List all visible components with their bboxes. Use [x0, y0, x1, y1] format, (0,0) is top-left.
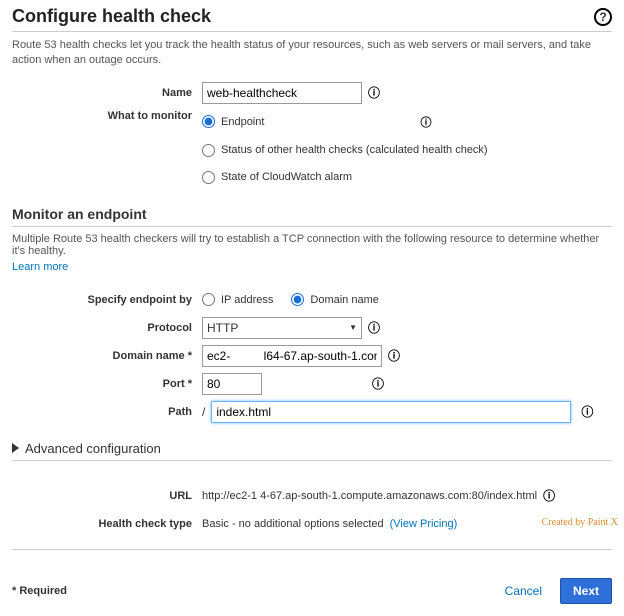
what-to-monitor-label: What to monitor — [12, 110, 202, 122]
next-button[interactable]: Next — [560, 578, 612, 604]
domain-name-label: Domain name * — [12, 350, 202, 362]
health-check-type-label: Health check type — [12, 518, 202, 530]
section-endpoint-desc: Multiple Route 53 health checkers will t… — [12, 233, 612, 257]
cancel-button[interactable]: Cancel — [505, 584, 542, 598]
info-icon[interactable]: ⓘ — [543, 487, 555, 504]
protocol-label: Protocol — [12, 322, 202, 334]
divider — [12, 549, 612, 550]
path-prefix: / — [202, 405, 205, 419]
monitor-endpoint-label: Endpoint — [221, 116, 264, 128]
monitor-cloudwatch-radio[interactable] — [202, 171, 215, 184]
specify-domain-radio[interactable] — [291, 293, 304, 306]
path-label: Path — [12, 406, 202, 418]
advanced-configuration-toggle[interactable]: Advanced configuration — [12, 441, 612, 456]
info-icon[interactable]: ⓘ — [388, 347, 400, 364]
view-pricing-link[interactable]: (View Pricing) — [390, 518, 458, 530]
chevron-down-icon: ▼ — [349, 323, 357, 332]
specify-domain-label: Domain name — [310, 294, 378, 306]
divider — [12, 31, 612, 32]
section-endpoint-title: Monitor an endpoint — [12, 206, 612, 222]
watermark: Created by Paint X — [542, 517, 618, 528]
info-icon[interactable]: ⓘ — [372, 375, 384, 392]
page-title: Configure health check — [12, 6, 211, 27]
domain-name-input[interactable] — [202, 345, 382, 367]
learn-more-link[interactable]: Learn more — [12, 261, 68, 273]
monitor-cloudwatch-label: State of CloudWatch alarm — [221, 171, 352, 183]
monitor-calculated-label: Status of other health checks (calculate… — [221, 144, 488, 156]
info-icon[interactable]: ⓘ — [368, 84, 380, 101]
page-description: Route 53 health checks let you track the… — [12, 38, 612, 68]
specify-ip-label: IP address — [221, 294, 273, 306]
protocol-value: HTTP — [207, 321, 238, 335]
monitor-calculated-radio[interactable] — [202, 144, 215, 157]
info-icon[interactable]: ⓘ — [420, 114, 431, 130]
info-icon[interactable]: ⓘ — [368, 319, 380, 336]
specify-endpoint-label: Specify endpoint by — [12, 294, 202, 306]
url-value: http://ec2-1 4-67.ap-south-1.compute.ama… — [202, 490, 537, 502]
port-input[interactable] — [202, 373, 262, 395]
protocol-select[interactable]: HTTP ▼ — [202, 317, 362, 339]
triangle-right-icon — [12, 443, 19, 453]
divider — [12, 460, 612, 461]
path-input[interactable] — [211, 401, 571, 423]
info-icon[interactable]: ⓘ — [581, 403, 593, 420]
advanced-configuration-label: Advanced configuration — [25, 441, 161, 456]
specify-ip-radio[interactable] — [202, 293, 215, 306]
monitor-endpoint-radio[interactable] — [202, 115, 215, 128]
health-check-type-value: Basic - no additional options selected — [202, 518, 384, 530]
name-label: Name — [12, 87, 202, 99]
help-icon[interactable]: ? — [594, 8, 612, 26]
required-note: * Required — [12, 585, 67, 597]
port-label: Port * — [12, 378, 202, 390]
url-label: URL — [12, 490, 202, 502]
name-input[interactable] — [202, 82, 362, 104]
divider — [12, 226, 612, 227]
